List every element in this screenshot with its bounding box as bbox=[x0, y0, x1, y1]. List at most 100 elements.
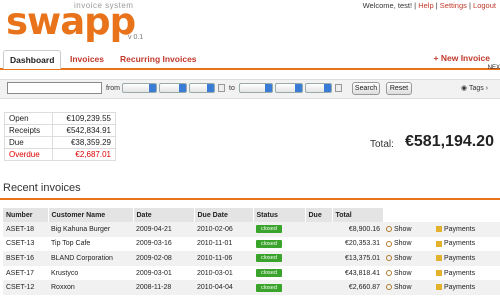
tags-toggle[interactable]: ◉ Tags › bbox=[461, 84, 488, 92]
status-badge: closed bbox=[256, 269, 282, 278]
invoice-due-date: 2010-11-01 bbox=[197, 240, 233, 248]
invoice-date: 2009-02-08 bbox=[133, 251, 194, 266]
invoice-date: 2009-03-01 bbox=[136, 269, 172, 277]
status-badge: closed bbox=[256, 239, 282, 248]
tab-recurring-invoices[interactable]: Recurring Invoices bbox=[120, 50, 197, 69]
search-input[interactable] bbox=[7, 82, 102, 94]
invoice-number: BSET-16 bbox=[3, 251, 48, 266]
payments-cell: Payments bbox=[433, 266, 500, 281]
recent-invoices-title: Recent invoices bbox=[3, 182, 81, 194]
tab-dashboard[interactable]: Dashboard bbox=[3, 50, 62, 69]
section-divider bbox=[0, 198, 500, 200]
col-due-date[interactable]: Due Date bbox=[194, 208, 254, 222]
tag-icon: ◉ bbox=[461, 85, 468, 92]
status-badge: closed bbox=[256, 225, 282, 234]
customer-name: Roxxon bbox=[48, 280, 133, 295]
tab-invoices[interactable]: Invoices bbox=[70, 50, 104, 69]
col-total[interactable]: Total bbox=[332, 208, 384, 222]
show-link[interactable]: Show bbox=[386, 284, 412, 291]
table-row[interactable]: CSET-13 Tip Top Cafe 2009-03-16 2010-11-01 c… bbox=[3, 237, 500, 252]
coins-icon bbox=[436, 269, 442, 276]
reset-button[interactable]: Reset bbox=[386, 82, 412, 95]
magnifier-icon bbox=[386, 240, 392, 247]
table-row[interactable]: BSET-16 BLAND Corporation 2009-02-08 2010-1… bbox=[3, 251, 500, 266]
to-month-select[interactable] bbox=[275, 83, 303, 93]
total-amount: €13,375.01 bbox=[332, 251, 383, 266]
invoice-number: CSET-12 bbox=[3, 280, 48, 295]
welcome-text: Welcome, test! bbox=[362, 1, 413, 10]
invoice-number: ASET-18 bbox=[3, 222, 48, 237]
payments-link[interactable]: Payments bbox=[436, 240, 475, 247]
to-year-select[interactable] bbox=[305, 83, 332, 93]
from-calendar-icon[interactable] bbox=[218, 84, 225, 92]
magnifier-icon bbox=[386, 225, 392, 232]
stat-row-due: Due €38,359.29 bbox=[4, 136, 117, 149]
recent-invoices-table: Number Customer Name Date Due Date Statu… bbox=[3, 208, 500, 295]
status-badge: closed bbox=[256, 254, 282, 263]
payments-cell: Payments bbox=[433, 280, 500, 295]
total-amount: €43,818.41 bbox=[344, 269, 380, 277]
due-amount bbox=[305, 237, 332, 252]
from-year-select[interactable] bbox=[189, 83, 215, 93]
customer-name: Big Kahuna Burger bbox=[48, 222, 133, 237]
table-row[interactable]: ASET-18 Big Kahuna Burger 2009-04-21 2010-0… bbox=[3, 222, 500, 237]
payments-link[interactable]: Payments bbox=[436, 255, 475, 262]
from-month-select[interactable] bbox=[159, 83, 187, 93]
stats-table: Open €109,239.55 Receipts €542,834.91 Due €… bbox=[4, 112, 117, 161]
to-day-select[interactable] bbox=[239, 83, 273, 93]
col-status[interactable]: Status bbox=[253, 208, 306, 222]
stat-row-receipts: Receipts €542,834.91 bbox=[4, 124, 117, 137]
show-cell: Show bbox=[383, 266, 433, 281]
tab-overflow: NEX bbox=[487, 65, 500, 71]
invoice-due-date: 2010-11-06 bbox=[194, 251, 253, 266]
total-label: Total: bbox=[370, 139, 394, 150]
col-due[interactable]: Due bbox=[305, 208, 333, 222]
payments-link[interactable]: Payments bbox=[436, 270, 475, 277]
total-amount: €2,660.87 bbox=[332, 280, 383, 295]
coins-icon bbox=[436, 255, 442, 262]
to-calendar-icon[interactable] bbox=[335, 84, 342, 92]
col-number[interactable]: Number bbox=[3, 208, 49, 222]
show-cell: Show bbox=[383, 251, 433, 266]
total-amount: €8,900.16 bbox=[332, 222, 383, 237]
show-link[interactable]: Show bbox=[386, 226, 412, 233]
status: closed bbox=[253, 280, 305, 295]
status-badge: closed bbox=[256, 283, 282, 292]
payments-cell: Payments bbox=[433, 222, 500, 237]
search-button[interactable]: Search bbox=[352, 82, 380, 95]
show-link[interactable]: Show bbox=[386, 270, 412, 277]
col-customer[interactable]: Customer Name bbox=[48, 208, 134, 222]
coins-icon bbox=[436, 225, 442, 232]
payments-link[interactable]: Payments bbox=[436, 284, 475, 291]
app-version: v 0.1 bbox=[128, 34, 144, 41]
invoice-due-date: 2010-02-06 bbox=[194, 222, 253, 237]
show-cell: Show bbox=[383, 237, 433, 252]
payments-cell: Payments bbox=[433, 237, 500, 252]
due-amount bbox=[305, 251, 332, 266]
stat-row-overdue: Overdue €2,687.01 bbox=[4, 148, 117, 161]
status: closed bbox=[253, 222, 305, 237]
status: closed bbox=[253, 251, 305, 266]
invoice-number: ASET-17 bbox=[6, 269, 35, 277]
help-link[interactable]: Help bbox=[418, 1, 433, 10]
coins-icon bbox=[436, 240, 442, 247]
show-link[interactable]: Show bbox=[386, 240, 412, 247]
logout-link[interactable]: Logout bbox=[473, 1, 496, 10]
show-link[interactable]: Show bbox=[386, 255, 412, 262]
payments-link[interactable]: Payments bbox=[436, 226, 475, 233]
magnifier-icon bbox=[386, 255, 392, 262]
table-header-row: Number Customer Name Date Due Date Statu… bbox=[3, 208, 500, 222]
table-row[interactable]: ASET-17 Krustyco 2009-03-01 2010-03-01 close… bbox=[3, 266, 500, 281]
show-cell: Show bbox=[383, 280, 433, 295]
new-invoice-button[interactable]: + New Invoice bbox=[434, 53, 490, 63]
col-date[interactable]: Date bbox=[133, 208, 195, 222]
settings-link[interactable]: Settings bbox=[440, 1, 467, 10]
from-day-select[interactable] bbox=[122, 83, 157, 93]
due-amount bbox=[305, 222, 332, 237]
table-row[interactable]: CSET-12 Roxxon 2008-11-28 2010-04-04 closed €… bbox=[3, 280, 500, 295]
customer-name: Krustyco bbox=[51, 269, 79, 277]
status: closed bbox=[253, 237, 305, 252]
status: closed bbox=[253, 266, 305, 281]
invoice-due-date: 2010-04-04 bbox=[194, 280, 253, 295]
due-amount bbox=[305, 266, 332, 281]
